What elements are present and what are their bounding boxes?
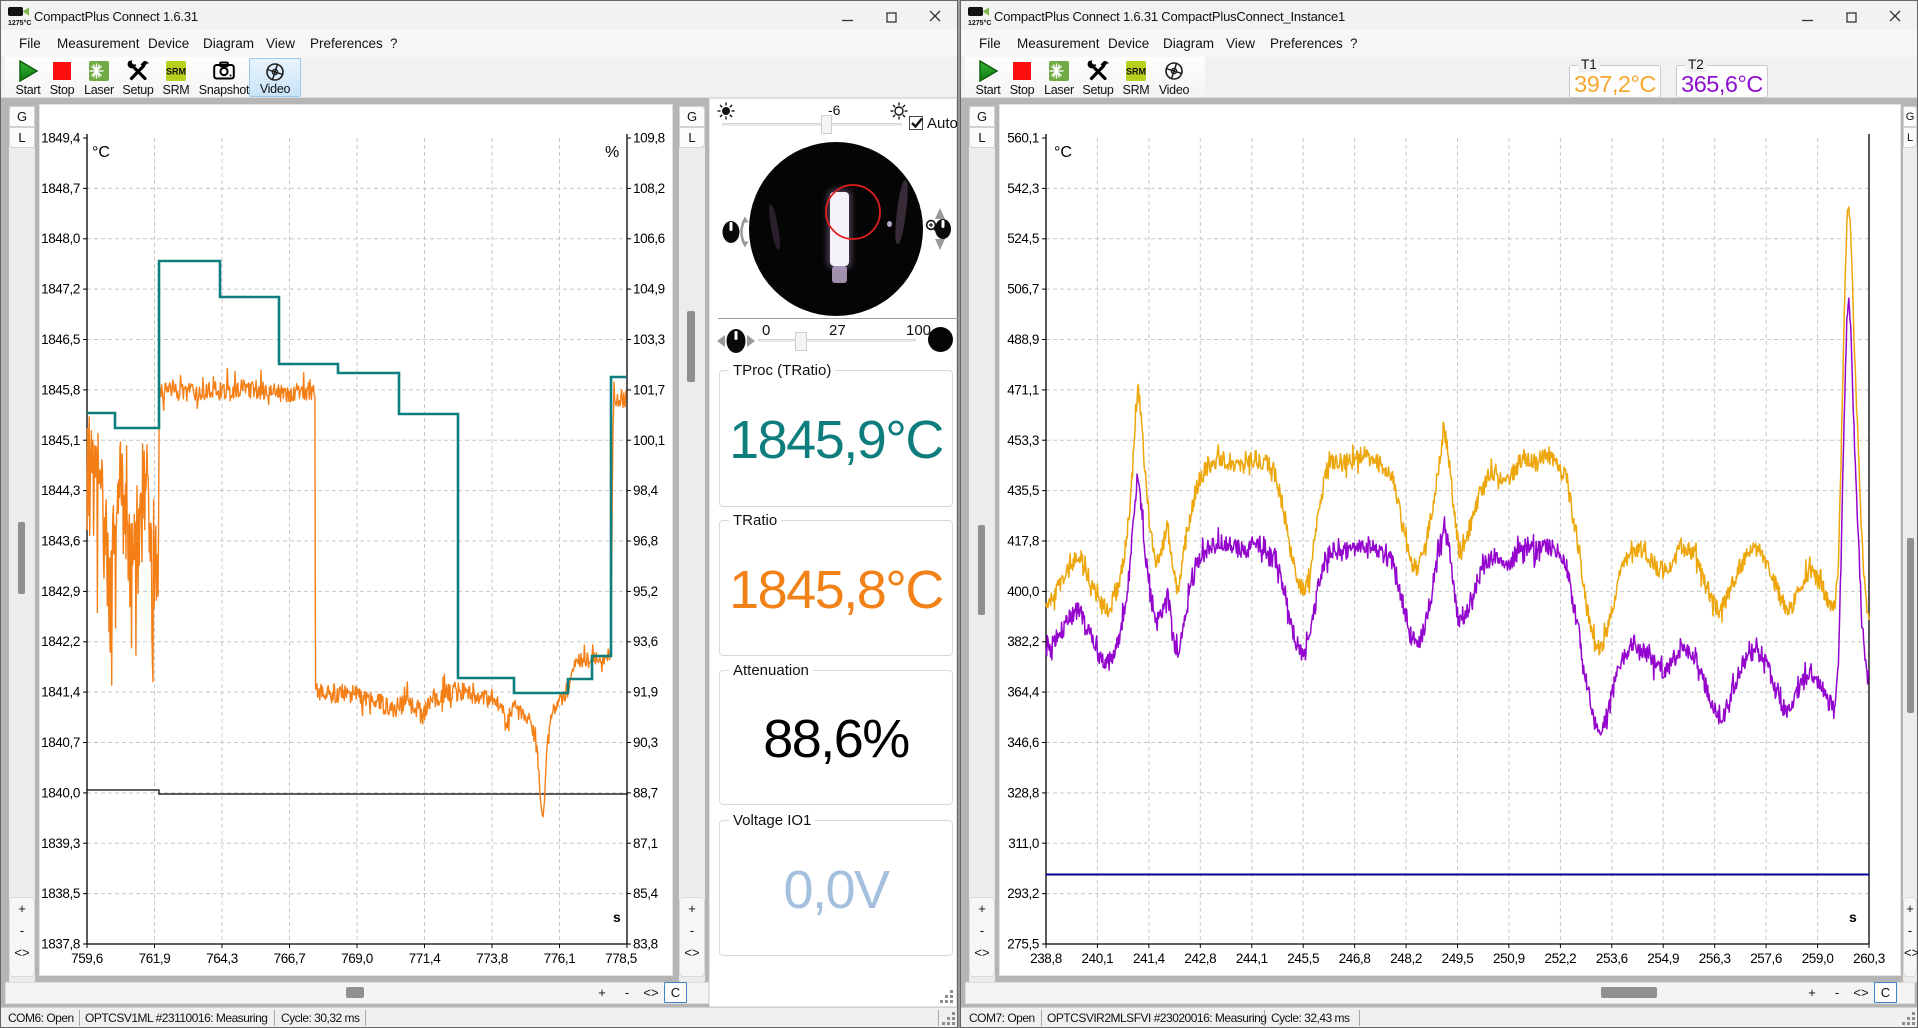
- svg-text:328,8: 328,8: [1007, 785, 1039, 800]
- svg-text:778,5: 778,5: [605, 951, 637, 966]
- svg-text:471,1: 471,1: [1007, 382, 1039, 397]
- svg-text:1840,7: 1840,7: [41, 735, 80, 750]
- svg-text:773,8: 773,8: [476, 951, 508, 966]
- svg-text:87,1: 87,1: [633, 836, 658, 851]
- svg-text:542,3: 542,3: [1007, 181, 1039, 196]
- svg-text:1842,9: 1842,9: [41, 584, 80, 599]
- svg-text:766,7: 766,7: [274, 951, 306, 966]
- svg-text:1838,5: 1838,5: [41, 886, 80, 901]
- svg-text:1275°C: 1275°C: [8, 19, 31, 27]
- svg-text:252,2: 252,2: [1545, 951, 1577, 966]
- svg-text:453,3: 453,3: [1007, 433, 1039, 448]
- svg-text:104,9: 104,9: [633, 282, 665, 297]
- svg-text:769,0: 769,0: [341, 951, 373, 966]
- svg-text:250,9: 250,9: [1493, 951, 1525, 966]
- svg-text:776,1: 776,1: [544, 951, 576, 966]
- svg-text:98,4: 98,4: [633, 483, 659, 498]
- svg-text:s: s: [1849, 909, 1857, 925]
- svg-text:96,8: 96,8: [633, 534, 658, 549]
- svg-text:248,2: 248,2: [1390, 951, 1422, 966]
- svg-text:88,7: 88,7: [633, 785, 658, 800]
- svg-text:253,6: 253,6: [1596, 951, 1628, 966]
- svg-text:s: s: [613, 909, 621, 925]
- svg-text:1846,5: 1846,5: [41, 332, 80, 347]
- svg-text:1275°C: 1275°C: [968, 19, 991, 27]
- svg-text:1845,1: 1845,1: [41, 433, 80, 448]
- svg-text:771,4: 771,4: [409, 951, 442, 966]
- svg-text:SRM: SRM: [1126, 67, 1146, 77]
- svg-text:108,2: 108,2: [633, 181, 665, 196]
- svg-text:100,1: 100,1: [633, 433, 665, 448]
- svg-text:275,5: 275,5: [1007, 937, 1039, 952]
- svg-text:346,6: 346,6: [1007, 735, 1039, 750]
- svg-text:106,6: 106,6: [633, 231, 665, 246]
- svg-text:254,9: 254,9: [1647, 951, 1679, 966]
- svg-text:1840,0: 1840,0: [41, 785, 80, 800]
- svg-text:°C: °C: [1054, 144, 1072, 161]
- svg-text:%: %: [605, 144, 619, 161]
- svg-text:260,3: 260,3: [1853, 951, 1885, 966]
- svg-text:435,5: 435,5: [1007, 483, 1039, 498]
- svg-text:242,8: 242,8: [1184, 951, 1216, 966]
- svg-text:1837,8: 1837,8: [41, 937, 80, 952]
- svg-text:93,6: 93,6: [633, 634, 658, 649]
- svg-text:488,9: 488,9: [1007, 332, 1039, 347]
- svg-text:293,2: 293,2: [1007, 886, 1039, 901]
- svg-text:SRM: SRM: [166, 67, 186, 77]
- svg-text:83,8: 83,8: [633, 937, 658, 952]
- svg-text:364,4: 364,4: [1007, 685, 1040, 700]
- svg-text:109,8: 109,8: [633, 131, 665, 146]
- svg-text:257,6: 257,6: [1750, 951, 1782, 966]
- svg-text:759,6: 759,6: [71, 951, 103, 966]
- svg-text:417,8: 417,8: [1007, 534, 1039, 549]
- svg-text:1843,6: 1843,6: [41, 534, 80, 549]
- svg-text:560,1: 560,1: [1007, 131, 1039, 146]
- svg-text:95,2: 95,2: [633, 584, 658, 599]
- svg-text:240,1: 240,1: [1082, 951, 1114, 966]
- svg-text:764,3: 764,3: [206, 951, 238, 966]
- svg-text:524,5: 524,5: [1007, 231, 1039, 246]
- svg-text:256,3: 256,3: [1699, 951, 1731, 966]
- svg-text:245,5: 245,5: [1287, 951, 1319, 966]
- svg-text:1848,0: 1848,0: [41, 231, 80, 246]
- svg-text:249,5: 249,5: [1442, 951, 1474, 966]
- svg-text:90,3: 90,3: [633, 735, 658, 750]
- svg-text:246,8: 246,8: [1339, 951, 1371, 966]
- svg-text:101,7: 101,7: [633, 382, 665, 397]
- svg-text:382,2: 382,2: [1007, 634, 1039, 649]
- svg-text:85,4: 85,4: [633, 886, 659, 901]
- svg-text:1849,4: 1849,4: [41, 131, 81, 146]
- svg-text:244,1: 244,1: [1236, 951, 1268, 966]
- svg-text:1844,3: 1844,3: [41, 483, 80, 498]
- svg-text:238,8: 238,8: [1030, 951, 1062, 966]
- svg-text:1847,2: 1847,2: [41, 282, 80, 297]
- svg-text:91,9: 91,9: [633, 685, 658, 700]
- svg-text:241,4: 241,4: [1133, 951, 1166, 966]
- svg-text:1839,3: 1839,3: [41, 836, 80, 851]
- svg-text:311,0: 311,0: [1008, 836, 1039, 851]
- svg-text:1848,7: 1848,7: [41, 181, 80, 196]
- svg-text:506,7: 506,7: [1007, 282, 1039, 297]
- svg-text:1842,2: 1842,2: [41, 634, 80, 649]
- svg-text:°C: °C: [92, 144, 110, 161]
- svg-text:103,3: 103,3: [633, 332, 665, 347]
- svg-text:1845,8: 1845,8: [41, 382, 80, 397]
- svg-text:1841,4: 1841,4: [41, 685, 81, 700]
- svg-text:761,9: 761,9: [139, 951, 171, 966]
- svg-text:259,0: 259,0: [1802, 951, 1834, 966]
- svg-text:400,0: 400,0: [1007, 584, 1039, 599]
